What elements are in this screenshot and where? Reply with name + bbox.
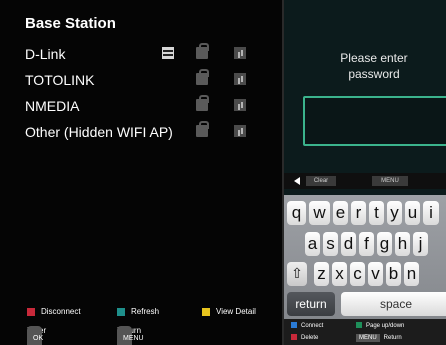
keyboard-legend: Connect Page up/down Delete MENU Return [284,319,446,345]
legend-menu: MENUReturn [117,326,144,345]
left-arrow-icon[interactable] [294,177,300,185]
space-key[interactable]: space [341,292,446,316]
key-d[interactable]: d [341,232,356,256]
lock-icon [196,95,209,111]
password-prompt: Please enter password [284,50,446,82]
legend-menu-return: MENU Return [356,334,402,342]
legend-label: Page up/down [366,323,405,329]
key-q[interactable]: q [287,201,306,225]
key-b[interactable]: b [386,262,401,286]
key-z[interactable]: z [314,262,329,286]
lock-icon [196,43,209,59]
network-item-totolink[interactable]: TOTOLINK [25,69,265,91]
key-w[interactable]: w [309,201,330,225]
key-v[interactable]: v [368,262,383,286]
shift-key-icon[interactable]: ⇧ [287,262,307,286]
return-key[interactable]: return [287,292,335,316]
yellow-key-icon [202,307,210,316]
key-f[interactable]: f [359,232,374,256]
legend-label: Refresh [131,307,160,316]
password-input[interactable] [303,96,446,146]
password-panel: Please enter password Clear MENU q w e r… [284,0,446,345]
onscreen-keyboard: q w e r t y u i a s d f g h j ⇧ z x c v … [284,195,446,345]
prompt-line-2: password [348,67,400,81]
key-i[interactable]: i [423,201,439,225]
clear-button[interactable]: Clear [306,176,336,186]
signal-icon [234,125,246,137]
ok-key: OK [27,326,43,345]
key-x[interactable]: x [332,262,347,286]
legend-disconnect: Disconnect [27,307,81,317]
legend-connect: Connect [291,322,323,330]
menu-key: MENU [356,334,380,342]
key-c[interactable]: c [350,262,365,286]
key-u[interactable]: u [405,201,420,225]
key-s[interactable]: s [323,232,338,256]
red-key-icon [27,307,35,316]
legend-page-updown: Page up/down [356,322,404,330]
list-icon [162,47,174,59]
network-item-nmedia[interactable]: NMEDIA [25,95,265,117]
legend-view-detail: View Detail [202,307,256,317]
legend-refresh: Refresh [117,307,159,317]
key-j[interactable]: j [413,232,428,256]
key-e[interactable]: e [333,201,348,225]
key-g[interactable]: g [377,232,392,256]
legend-label: Return [383,335,402,341]
signal-icon [234,73,246,85]
legend-label: Disconnect [41,307,81,316]
teal-key-icon [117,307,125,316]
network-item-hidden[interactable]: Other (Hidden WIFI AP) [25,121,265,143]
red-key-icon [291,334,297,341]
prompt-line-1: Please enter [340,51,408,65]
key-y[interactable]: y [387,201,402,225]
network-name: D-Link [25,46,66,62]
lock-icon [196,69,209,85]
legend-label: Delete [301,335,319,341]
keyboard-options-bar: Clear MENU [284,173,446,189]
panel-title: Base Station [25,15,116,32]
network-name: Other (Hidden WIFI AP) [25,124,173,140]
legend-label: Connect [301,323,324,329]
menu-key: MENU [117,326,144,345]
legend-label: View Detail [216,307,256,316]
network-item-dlink[interactable]: D-Link [25,43,265,65]
legend-delete: Delete [291,334,318,342]
key-n[interactable]: n [404,262,419,286]
network-name: TOTOLINK [25,72,95,88]
key-h[interactable]: h [395,232,410,256]
lock-icon [196,121,209,137]
signal-icon [234,99,246,111]
key-t[interactable]: t [369,201,384,225]
key-r[interactable]: r [351,201,366,225]
key-a[interactable]: a [305,232,320,256]
green-key-icon [356,322,362,329]
menu-button[interactable]: MENU [372,176,408,186]
network-name: NMEDIA [25,98,80,114]
blue-key-icon [291,322,297,329]
signal-icon [234,47,246,59]
base-station-panel: Base Station D-Link TOTOLINK NMEDIA Othe… [0,0,282,345]
legend-ok: OKEnter [27,326,46,345]
